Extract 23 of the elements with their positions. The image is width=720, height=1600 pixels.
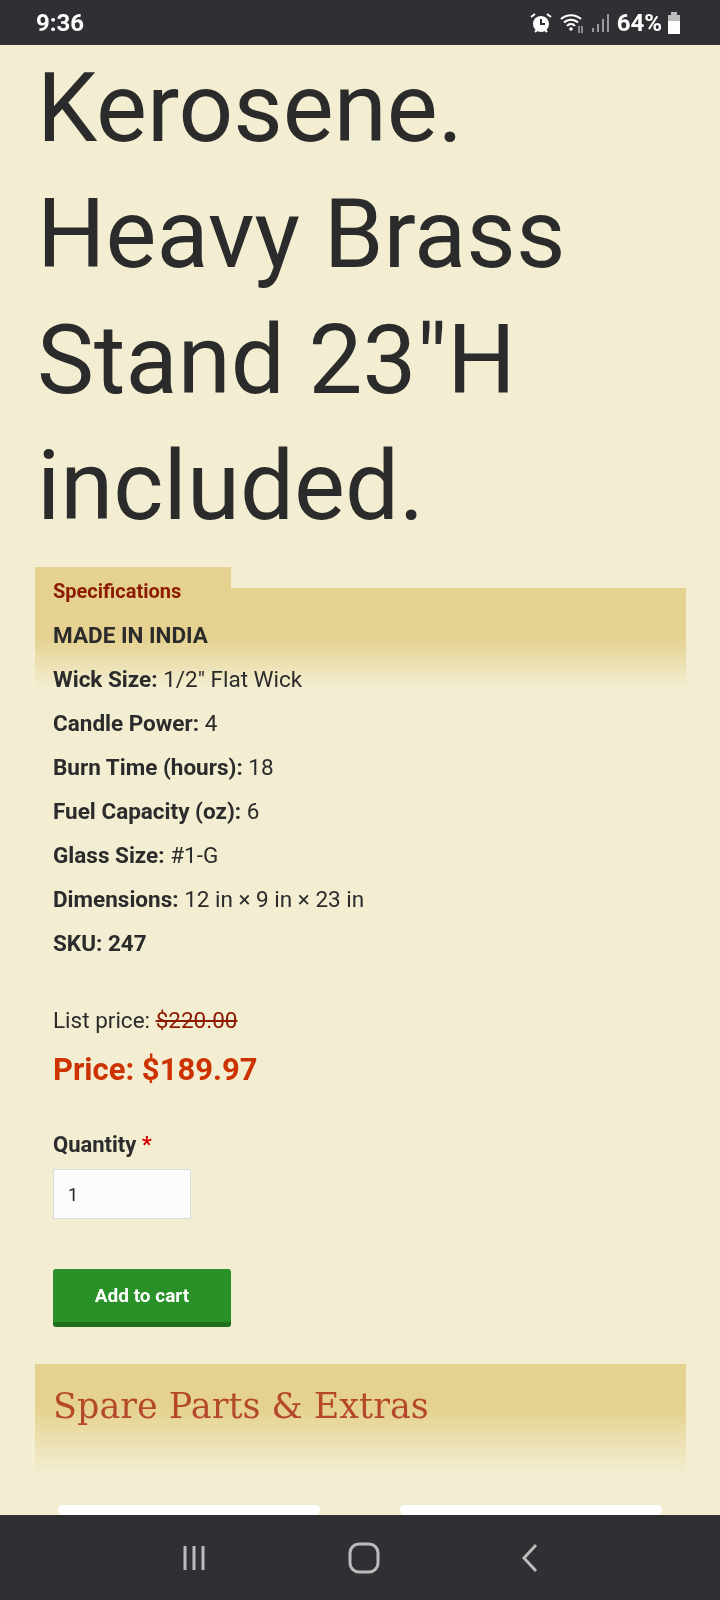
sku-text: SKU: 247 — [53, 929, 148, 958]
spec-row-text: Burn Time (hours): 18 — [53, 753, 275, 782]
spec-row-text: Fuel Capacity (oz): 6 — [53, 797, 261, 826]
list-price: List price: $220.00 — [53, 1007, 239, 1033]
spec-row-text: Dimensions: 12 in × 9 in × 23 in — [53, 885, 366, 914]
back-icon[interactable] — [520, 1542, 540, 1573]
signal-icon — [590, 12, 611, 33]
quantity-field[interactable]: 1 — [53, 1169, 191, 1219]
origin-text: MADE IN INDIA — [53, 621, 209, 650]
spec-row-text: Wick Size: 1/2" Flat Wick — [53, 665, 304, 694]
spare-parts-heading: Spare Parts & Extras — [53, 1386, 430, 1426]
product-title: Kerosene. Heavy Brass Stand 23"H included. — [37, 51, 567, 544]
sale-price: Price: $189.97 — [53, 1051, 259, 1088]
spec-row-text: Candle Power: 4 — [53, 709, 219, 738]
add-to-cart-button[interactable]: Add to cart — [53, 1269, 231, 1327]
status-time: 9:36 — [36, 8, 85, 37]
battery-percentage: 64% — [616, 8, 662, 37]
spec-row-text: Glass Size: #1-G — [53, 841, 220, 870]
wifi-icon — [558, 11, 585, 34]
battery-icon — [668, 11, 680, 34]
quantity-label: Quantity * — [53, 1132, 153, 1157]
alarm-icon — [528, 11, 553, 34]
home-icon[interactable] — [348, 1541, 380, 1574]
